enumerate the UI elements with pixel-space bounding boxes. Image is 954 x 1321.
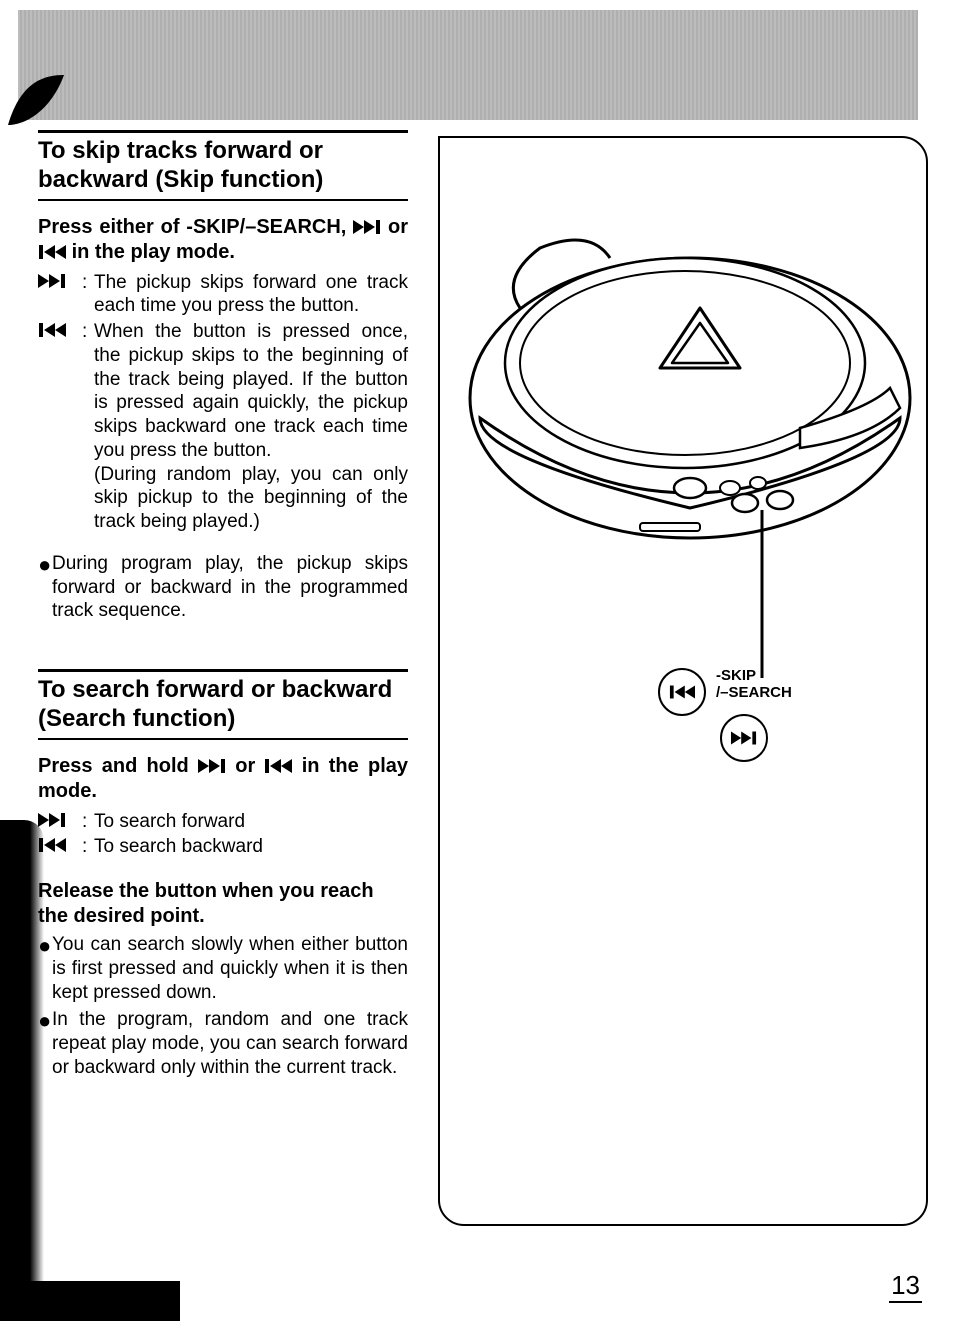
section2-note1: ● You can search slowly when either butt… — [38, 933, 408, 1004]
rule — [38, 130, 408, 133]
skip-forward-icon — [198, 759, 226, 773]
search-backward-description: : To search backward — [38, 835, 408, 859]
text: Press and hold — [38, 755, 198, 777]
content-columns: To skip tracks forward or backward (Skip… — [38, 130, 918, 1080]
text: in the play mode. — [72, 241, 235, 263]
skip-forward-icon — [38, 813, 66, 827]
bullet-icon: ● — [38, 552, 52, 623]
manual-page: To skip tracks forward or backward (Skip… — [0, 0, 954, 1321]
figure-frame: -SKIP /–SEARCH — [438, 136, 928, 1226]
skip-forward-icon — [731, 731, 757, 745]
skip-backward-description: : When the button is pressed once, the p… — [38, 320, 408, 534]
text-column: To skip tracks forward or backward (Skip… — [38, 130, 408, 1080]
section1-subhead: Press either of -SKIP/–SEARCH, or in the… — [38, 215, 408, 265]
text: -SKIP — [716, 667, 756, 684]
page-number: 13 — [889, 1270, 922, 1303]
text: In the program, random and one track rep… — [52, 1008, 408, 1079]
callout-skip-forward-button — [720, 714, 768, 762]
skip-backward-icon — [264, 759, 292, 773]
section2-note2: ● In the program, random and one track r… — [38, 1008, 408, 1079]
scan-corner-mark — [6, 70, 66, 130]
text: or — [388, 216, 408, 238]
skip-backward-icon — [669, 685, 695, 699]
skip-forward-icon — [353, 220, 381, 234]
skip-forward-icon — [38, 274, 66, 288]
text: or — [235, 755, 264, 777]
section2: To search forward or backward (Search fu… — [38, 669, 408, 1080]
search-forward-description: : To search forward — [38, 810, 408, 834]
text: /–SEARCH — [716, 684, 792, 701]
skip-forward-description: : The pickup skips forward one track eac… — [38, 271, 408, 319]
skip-backward-icon — [38, 323, 66, 337]
scan-artifact-band — [18, 10, 918, 120]
text: The pickup skips forward one track each … — [94, 271, 408, 319]
rule — [38, 738, 408, 740]
section2-subhead: Press and hold or in the play mode. — [38, 754, 408, 804]
callout-skip-back-button — [658, 668, 706, 716]
rule — [38, 199, 408, 201]
section2-title: To search forward or backward (Search fu… — [38, 676, 408, 734]
text: To search backward — [94, 835, 408, 859]
scan-artifact-shadow — [0, 1281, 180, 1321]
text: Press either of -SKIP/–SEARCH, — [38, 216, 353, 238]
release-instruction: Release the button when you reach the de… — [38, 879, 408, 929]
skip-backward-icon — [38, 245, 66, 259]
callout-label: -SKIP /–SEARCH — [716, 668, 792, 701]
section1-title: To skip tracks forward or backward (Skip… — [38, 137, 408, 195]
rule — [38, 669, 408, 672]
text: To search forward — [94, 810, 408, 834]
text: You can search slowly when either button… — [52, 933, 408, 1004]
text: When the button is pressed once, the pic… — [94, 320, 408, 534]
figure-column: -SKIP /–SEARCH — [438, 130, 918, 1080]
section1-note: ● During program play, the pickup skips … — [38, 552, 408, 623]
cd-player-illustration — [440, 138, 930, 698]
text: When the button is pressed once, the pic… — [94, 321, 408, 461]
text: During program play, the pickup skips fo… — [52, 552, 408, 623]
text: (During random play, you can only skip p… — [94, 464, 408, 533]
scan-artifact-shadow — [0, 820, 44, 1290]
